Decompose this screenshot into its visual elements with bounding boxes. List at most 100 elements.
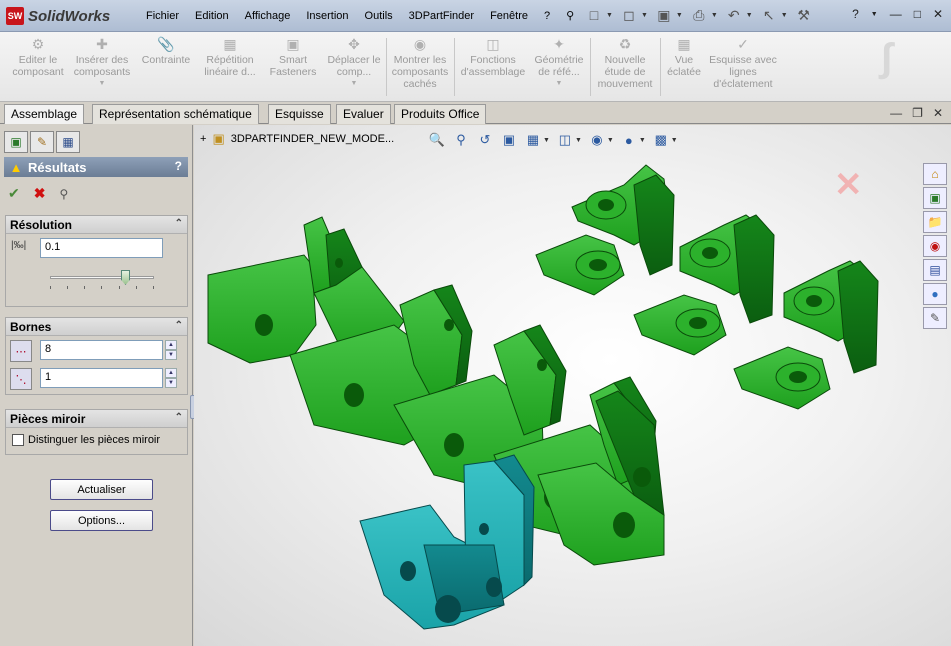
insert-components-button[interactable]: ✚ Insérer des composants ▼ (70, 36, 134, 90)
configuration-manager-tab-icon[interactable]: ▦ (56, 131, 80, 153)
menu-edition[interactable]: Edition (187, 8, 237, 24)
lower-bound-spinner[interactable]: ▲ ▼ (165, 368, 177, 388)
new-document-icon[interactable]: □ (584, 6, 604, 24)
print-icon[interactable]: ⎙ (689, 6, 709, 24)
green-clamp-top[interactable] (535, 164, 675, 296)
chevron-down-icon[interactable]: ▼ (324, 78, 384, 90)
checkmark-icon[interactable]: ✔ (8, 185, 20, 202)
edit-appearance-icon[interactable]: ● (620, 131, 638, 149)
collapse-chevron-icon[interactable]: ⌃ (175, 320, 183, 331)
resolution-group-title[interactable]: Résolution ⌃ (6, 216, 187, 234)
menu-insertion[interactable]: Insertion (298, 8, 356, 24)
chevron-down-icon[interactable]: ▼ (543, 137, 550, 144)
apply-scene-icon[interactable]: ▩ (652, 131, 670, 149)
chevron-down-icon[interactable]: ▼ (676, 12, 683, 19)
linear-pattern-button[interactable]: ▦ Répétition linéaire d... (198, 36, 262, 78)
restore-icon[interactable]: ❐ (912, 106, 923, 120)
chevron-down-icon[interactable]: ▼ (641, 12, 648, 19)
chevron-down-icon[interactable]: ▼ (607, 137, 614, 144)
lower-bound-field[interactable]: 1 (40, 368, 163, 388)
file-explorer-icon[interactable]: 📁 (923, 211, 947, 233)
menu-outils[interactable]: Outils (357, 8, 401, 24)
undo-icon[interactable]: ↶ (724, 6, 744, 24)
pushpin-icon[interactable]: ⚲ (59, 187, 68, 201)
distinguish-mirror-checkbox[interactable] (12, 434, 24, 446)
options-button[interactable]: Options... (50, 510, 153, 531)
expand-plus-icon[interactable]: + (200, 133, 206, 145)
chevron-down-icon[interactable]: ▼ (639, 137, 646, 144)
custom-properties-icon[interactable]: ✎ (923, 307, 947, 329)
rebuild-icon[interactable]: ⚒ (794, 6, 814, 24)
smart-fasteners-button[interactable]: ▣ Smart Fasteners (264, 36, 322, 78)
feature-tree-flyout[interactable]: + ▣ 3DPARTFINDER_NEW_MODE... (200, 131, 394, 147)
edit-component-button[interactable]: ⚙ Editer le composant (6, 36, 70, 78)
app-logo[interactable]: SW SolidWorks (6, 6, 110, 26)
hide-show-items-icon[interactable]: ◉ (588, 131, 606, 149)
tab-evaluer[interactable]: Evaluer (336, 104, 391, 124)
graphics-viewport[interactable]: + ▣ 3DPARTFINDER_NEW_MODE... 🔍 ⚲ ↺ ▣ ▦ ▼ … (194, 125, 951, 646)
design-library-icon[interactable]: ▣ (923, 187, 947, 209)
search-icon[interactable]: ◉ (923, 235, 947, 257)
view-orientation-icon[interactable]: ▦ (524, 131, 542, 149)
open-document-icon[interactable]: ◻ (619, 6, 639, 24)
zoom-to-area-icon[interactable]: ⚲ (452, 131, 470, 149)
zoom-to-fit-icon[interactable]: 🔍 (428, 131, 446, 149)
menu-3dpartfinder[interactable]: 3DPartFinder (401, 8, 482, 24)
chevron-down-icon[interactable]: ▼ (711, 12, 718, 19)
help-icon[interactable]: ? (852, 7, 859, 21)
cancel-x-icon[interactable]: ✖ (34, 185, 46, 202)
appearances-icon[interactable]: ● (923, 283, 947, 305)
property-manager-tab-icon[interactable]: ✎ (30, 131, 54, 153)
chevron-down-icon[interactable]: ▼ (781, 12, 788, 19)
mirror-parts-group-title[interactable]: Pièces miroir ⌃ (6, 410, 187, 428)
collapse-chevron-icon[interactable]: ⌃ (175, 218, 183, 229)
maximize-icon[interactable]: □ (914, 7, 921, 21)
tab-esquisse[interactable]: Esquisse (268, 104, 331, 124)
chevron-down-icon[interactable]: ▼ (70, 78, 134, 90)
spin-up-icon[interactable]: ▲ (165, 340, 177, 350)
bornes-group-title[interactable]: Bornes ⌃ (6, 318, 187, 336)
cyan-bracket[interactable] (359, 454, 535, 630)
show-hidden-components-button[interactable]: ◉ Montrer les composants cachés (388, 36, 452, 90)
resolution-field[interactable]: 0.1 (40, 238, 163, 258)
menu-help[interactable]: ? (536, 8, 558, 24)
move-component-button[interactable]: ✥ Déplacer le comp... ▼ (324, 36, 384, 90)
exploded-view-button[interactable]: ▦ Vue éclatée (662, 36, 706, 78)
minimize-icon[interactable]: — (890, 7, 902, 21)
mate-button[interactable]: 📎 Contrainte (136, 36, 196, 66)
close-icon[interactable]: ✕ (933, 106, 943, 120)
update-button[interactable]: Actualiser (50, 479, 153, 500)
solidworks-resources-icon[interactable]: ⌂ (923, 163, 947, 185)
pin-menu-icon[interactable]: ⚲ (558, 8, 582, 24)
minimize-icon[interactable]: — (890, 106, 902, 120)
confirmation-corner-cancel-icon[interactable]: ✕ (834, 165, 863, 205)
collapse-chevron-icon[interactable]: ⌃ (175, 412, 183, 423)
spin-up-icon[interactable]: ▲ (165, 368, 177, 378)
chevron-down-icon[interactable]: ▼ (746, 12, 753, 19)
menu-fenetre[interactable]: Fenêtre (482, 8, 536, 24)
select-cursor-icon[interactable]: ↖ (759, 6, 779, 24)
section-view-icon[interactable]: ▣ (500, 131, 518, 149)
spin-down-icon[interactable]: ▼ (165, 378, 177, 388)
tab-assemblage[interactable]: Assemblage (4, 104, 85, 124)
resolution-slider[interactable] (50, 270, 154, 290)
explode-line-sketch-button[interactable]: ✓ Esquisse avec lignes d'éclatement (708, 36, 778, 90)
save-icon[interactable]: ▣ (654, 6, 674, 24)
chevron-down-icon[interactable]: ▼ (530, 78, 588, 90)
new-motion-study-button[interactable]: ♻ Nouvelle étude de mouvement (592, 36, 658, 90)
spin-down-icon[interactable]: ▼ (165, 350, 177, 360)
menu-affichage[interactable]: Affichage (237, 8, 299, 24)
chevron-down-icon[interactable]: ▼ (575, 137, 582, 144)
tab-representation-schematique[interactable]: Représentation schématique (92, 104, 259, 124)
chevron-down-icon[interactable]: ▼ (671, 137, 678, 144)
slider-thumb[interactable] (121, 270, 130, 285)
chevron-down-icon[interactable]: ▼ (871, 11, 878, 18)
close-icon[interactable]: ✕ (933, 7, 943, 21)
chevron-down-icon[interactable]: ▼ (606, 12, 613, 19)
previous-view-icon[interactable]: ↺ (476, 131, 494, 149)
view-palette-icon[interactable]: ▤ (923, 259, 947, 281)
upper-bound-field[interactable]: 8 (40, 340, 163, 360)
reference-geometry-button[interactable]: ✦ Géométrie de réfé... ▼ (530, 36, 588, 90)
help-icon[interactable]: ? (175, 159, 182, 173)
menu-fichier[interactable]: Fichier (138, 8, 187, 24)
